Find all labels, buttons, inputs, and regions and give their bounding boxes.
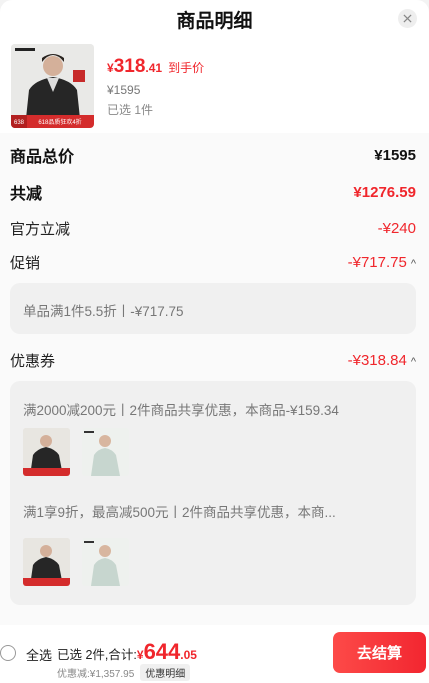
price-decimal: .41 bbox=[145, 61, 163, 75]
discount-text: 优惠减:¥1,357.95 bbox=[57, 669, 135, 680]
price-tag: 到手价 bbox=[168, 61, 205, 75]
promotion-label: 促销 bbox=[10, 255, 41, 272]
promo-banner-text: 618品质狂欢4折 bbox=[38, 118, 81, 126]
promotion-row[interactable]: 促销 -¥717.75 ^ bbox=[10, 252, 416, 273]
official-discount-label: 官方立减 bbox=[10, 221, 71, 238]
coupon-label: 优惠券 bbox=[10, 353, 56, 370]
total-reduce-label: 共减 bbox=[10, 186, 43, 203]
selected-count-text: 已选 2件,合计: bbox=[57, 648, 137, 662]
total-reduce-row: 共减 ¥1276.59 bbox=[10, 180, 416, 204]
price-integer: 318 bbox=[113, 56, 146, 77]
coupon-1-product-2-image bbox=[82, 428, 129, 476]
final-price: ¥ 318 .41 到手价 bbox=[107, 56, 204, 78]
coupon-2-product-1-image bbox=[23, 538, 70, 586]
selected-quantity: 已选 1件 bbox=[107, 103, 154, 117]
select-all-radio[interactable] bbox=[0, 645, 16, 661]
official-discount-value: -¥240 bbox=[377, 220, 416, 237]
total-integer: 644 bbox=[143, 639, 181, 664]
close-icon bbox=[403, 14, 412, 23]
coupon-amount: -¥318.84 bbox=[347, 352, 407, 369]
total-currency: ¥ bbox=[136, 648, 144, 662]
chevron-up-icon[interactable]: ^ bbox=[411, 258, 416, 270]
chevron-up-icon[interactable]: ^ bbox=[411, 356, 416, 368]
promotion-detail-text: 单品满1件5.5折丨-¥717.75 bbox=[23, 304, 184, 319]
discount-detail-button[interactable]: 优惠明细 bbox=[140, 664, 191, 681]
total-price-label: 商品总价 bbox=[10, 149, 75, 166]
coupon-line-1: 满2000减200元丨2件商品共享优惠，本商品-¥159.34 bbox=[23, 403, 339, 418]
coupon-value: -¥318.84 ^ bbox=[348, 352, 416, 369]
promotion-detail-box: 单品满1件5.5折丨-¥717.75 bbox=[10, 283, 416, 334]
price-breakdown: 商品总价 ¥1595 共减 ¥1276.59 官方立减 -¥240 促销 -¥7… bbox=[0, 133, 429, 625]
total-price-row: 商品总价 ¥1595 bbox=[10, 143, 416, 167]
banner-left-text: 638 bbox=[14, 120, 25, 126]
coupon-2-product-2-image bbox=[82, 538, 129, 586]
select-all-label[interactable]: 全选 bbox=[26, 645, 52, 664]
coupon-line-2: 满1享9折，最高减500元丨2件商品共享优惠，本商... bbox=[23, 505, 336, 520]
official-discount-row: 官方立减 -¥240 bbox=[10, 218, 416, 239]
sheet-title: 商品明细 bbox=[176, 11, 253, 32]
coupon-1-product-1-image bbox=[23, 428, 70, 476]
selected-total: 已选 2件,合计: ¥ 644 .05 bbox=[57, 639, 197, 665]
total-reduce-value: ¥1276.59 bbox=[353, 183, 416, 201]
close-button[interactable] bbox=[398, 9, 417, 28]
discount-summary: 优惠减:¥1,357.95 优惠明细 bbox=[57, 664, 191, 681]
promotion-amount: -¥717.75 bbox=[347, 254, 407, 271]
coupon-row[interactable]: 优惠券 -¥318.84 ^ bbox=[10, 350, 416, 371]
promotion-value: -¥717.75 ^ bbox=[348, 254, 416, 271]
price-currency: ¥ bbox=[107, 61, 114, 75]
coupon-detail-box: 满2000减200元丨2件商品共享优惠，本商品-¥159.34 满1享9折，最高… bbox=[10, 381, 416, 605]
product-image: 638 618品质狂欢4折 bbox=[11, 44, 94, 128]
checkout-button[interactable]: 去结算 bbox=[333, 632, 426, 673]
original-price: ¥1595 bbox=[107, 83, 141, 97]
checkout-bar: 全选 已选 2件,合计: ¥ 644 .05 优惠减:¥1,357.95 优惠明… bbox=[0, 625, 429, 683]
total-decimal: .05 bbox=[180, 648, 197, 662]
total-price-value: ¥1595 bbox=[374, 146, 416, 164]
detail-sheet: 商品明细 638 618品质狂欢4折 ¥ 318 .41 到手价 ¥1595 已… bbox=[0, 0, 429, 625]
